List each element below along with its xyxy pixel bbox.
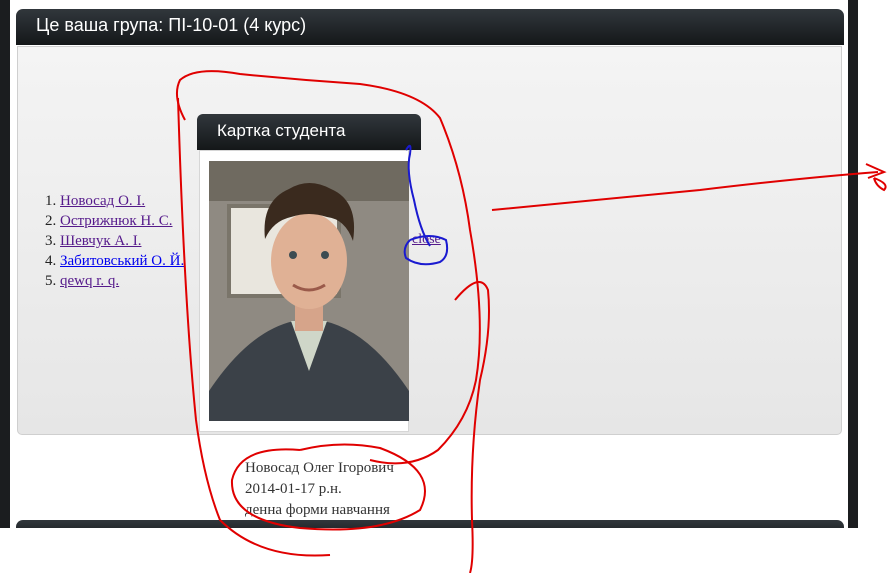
student-photo-image	[209, 161, 409, 421]
annotation-red-arrowhead	[865, 163, 887, 192]
list-item: Забитовський О. Й.	[60, 251, 184, 271]
group-panel-title: Це ваша група: ПІ-10-01 (4 курс)	[36, 15, 307, 35]
student-list: Новосад О. І. Остриж­нюк Н. С. Шевчук А.…	[40, 191, 184, 291]
group-panel-header: Це ваша група: ПІ-10-01 (4 курс)	[16, 9, 844, 45]
student-link[interactable]: Шевчук А. І.	[60, 233, 141, 249]
page-frame-right	[848, 0, 858, 528]
page-frame-left	[0, 0, 10, 528]
student-card-header: Картка студента	[197, 114, 421, 150]
list-item: qewq r. q.	[60, 271, 184, 291]
list-item: Новосад О. І.	[60, 191, 184, 211]
list-item: Шевчук А. І.	[60, 231, 184, 251]
student-link[interactable]: qewq r. q.	[60, 273, 119, 289]
student-birth-date: 2014-01-17 р.н.	[245, 481, 342, 497]
page-bottom-area	[0, 528, 890, 573]
list-item: Остриж­нюк Н. С.	[60, 211, 184, 231]
student-full-name: Новосад Олег Ігорович	[245, 460, 394, 476]
student-link[interactable]: Остриж­нюк Н. С.	[60, 213, 172, 229]
close-card-link[interactable]: close	[412, 232, 441, 248]
student-photo	[209, 161, 409, 421]
student-info: Новосад Олег Ігорович 2014-01-17 р.н. де…	[245, 458, 394, 521]
student-card-title: Картка студента	[217, 121, 346, 140]
student-study-form: денна форми навчання	[245, 502, 390, 518]
student-link[interactable]: Новосад О. І.	[60, 193, 145, 209]
student-link[interactable]: Забитовський О. Й.	[60, 253, 184, 269]
